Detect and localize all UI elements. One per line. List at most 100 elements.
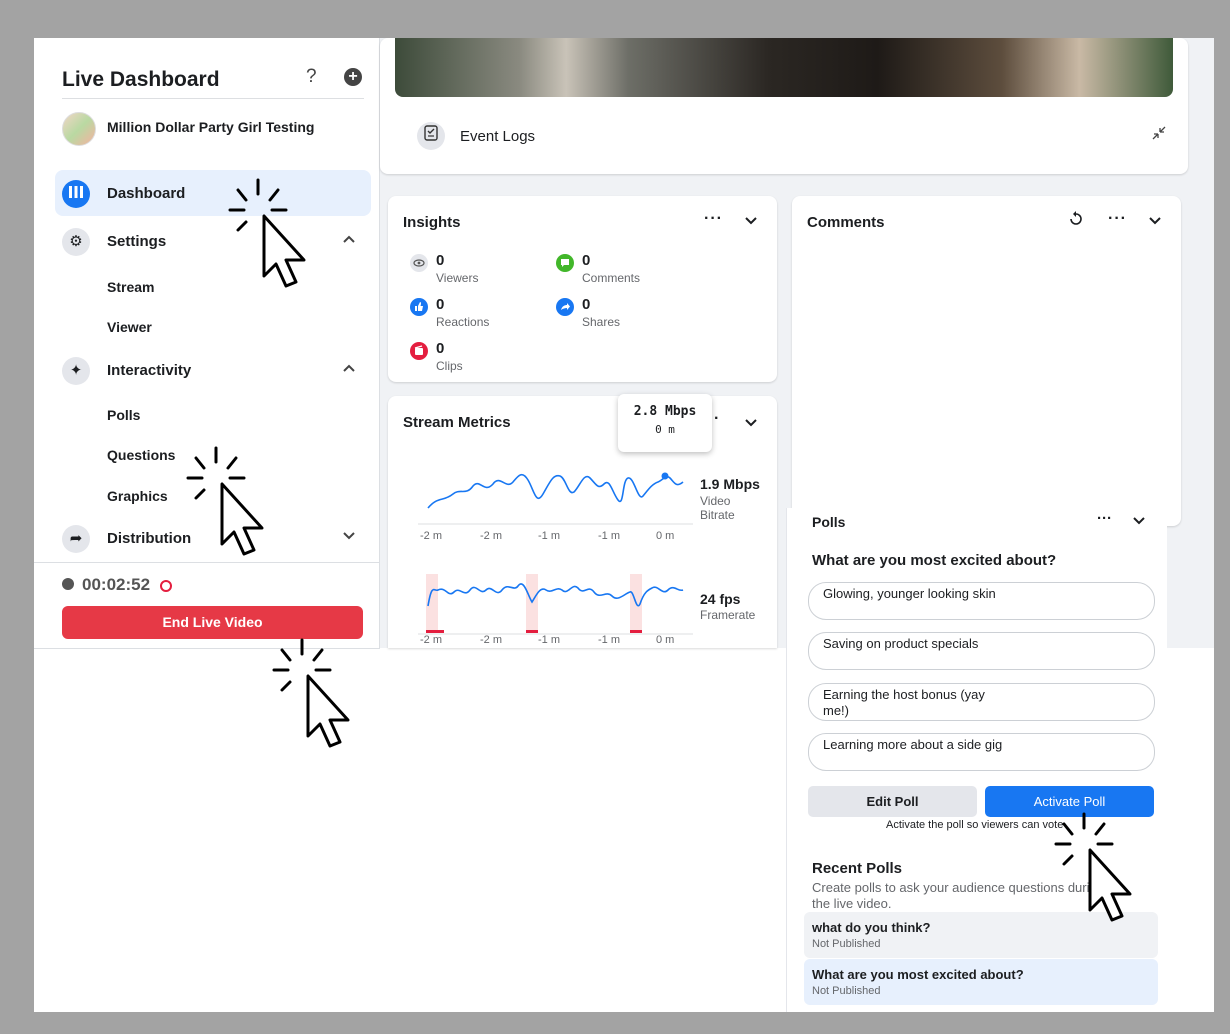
sidebar-item-polls[interactable]: Polls <box>107 407 140 423</box>
more-icon[interactable]: ··· <box>1108 210 1127 228</box>
tick-label: -1 m <box>598 530 620 542</box>
stream-metrics-title: Stream Metrics <box>403 414 511 431</box>
sidebar-item-stream[interactable]: Stream <box>107 279 154 295</box>
recent-polls-title: Recent Polls <box>812 860 903 877</box>
bitrate-value: 1.9 Mbps <box>700 476 760 492</box>
poll-option[interactable]: Glowing, younger looking skin <box>808 582 1155 620</box>
tick-label: -1 m <box>598 634 620 646</box>
recent-poll-item[interactable]: What are you most excited about? Not Pub… <box>804 959 1158 1005</box>
live-timer: 00:02:52 <box>62 575 173 595</box>
poll-option[interactable]: Learning more about a side gig <box>808 733 1155 771</box>
framerate-label: Framerate <box>700 608 756 622</box>
chevron-down-icon[interactable] <box>745 212 757 228</box>
metric-viewers: 0 Viewers <box>410 252 560 288</box>
dashboard-canvas: Live Dashboard ? + Million Dollar Party … <box>34 38 1214 1012</box>
chevron-down-icon[interactable] <box>745 414 757 430</box>
click-cursor-icon <box>1054 812 1132 922</box>
minimize-icon[interactable] <box>1152 126 1166 143</box>
sidebar-item-viewer[interactable]: Viewer <box>107 319 152 335</box>
tick-label: -2 m <box>420 530 442 542</box>
framerate-value: 24 fps <box>700 591 741 607</box>
click-cursor-icon <box>228 178 306 288</box>
event-logs-label[interactable]: Event Logs <box>460 128 535 145</box>
video-preview[interactable] <box>395 38 1173 97</box>
metric-shares: 0 Shares <box>556 296 706 332</box>
clock-icon <box>62 578 74 590</box>
edit-poll-button[interactable]: Edit Poll <box>808 786 977 817</box>
tick-label: 0 m <box>656 634 675 646</box>
timer-value: 00:02:52 <box>82 575 151 594</box>
sidebar-header: Live Dashboard ? + <box>62 66 364 99</box>
sidebar-item-interactivity[interactable]: ✦ Interactivity <box>55 347 371 393</box>
sidebar-item-label: Distribution <box>107 530 192 547</box>
framerate-line <box>427 583 684 607</box>
more-icon[interactable]: ··· <box>704 210 723 228</box>
comments-title: Comments <box>807 214 885 231</box>
bitrate-point <box>661 472 669 480</box>
sidebar-item-dashboard[interactable]: Dashboard <box>55 170 371 216</box>
tick-label: -2 m <box>480 634 502 646</box>
chevron-down-icon[interactable] <box>1149 212 1161 228</box>
like-icon <box>410 298 428 316</box>
page-title: Live Dashboard <box>62 68 220 91</box>
gear-icon: ⚙ <box>62 228 90 256</box>
insights-card: Insights ··· 0 Viewers 0 Comments 0 Reac… <box>388 196 777 382</box>
help-icon[interactable]: ? <box>306 66 317 88</box>
refresh-icon[interactable] <box>1068 210 1084 233</box>
sidebar-item-graphics[interactable]: Graphics <box>107 488 168 504</box>
bitrate-line <box>427 473 684 509</box>
metric-comments: 0 Comments <box>556 252 706 288</box>
poll-option[interactable]: Earning the host bonus (yay me!) <box>808 683 1155 721</box>
activate-hint: Activate the poll so viewers can vote <box>886 819 1064 831</box>
chevron-up-icon[interactable] <box>343 230 355 247</box>
recording-icon <box>160 579 173 592</box>
metric-clips: 0 Clips <box>410 340 560 376</box>
add-icon[interactable]: + <box>344 68 362 86</box>
sidebar-item-label: Interactivity <box>107 362 192 379</box>
more-icon[interactable]: ··· <box>1097 510 1112 527</box>
page-selector[interactable]: Million Dollar Party Girl Testing <box>62 112 372 146</box>
click-cursor-icon <box>272 638 350 748</box>
bitrate-label-1: Video <box>700 494 731 508</box>
tick-label: -1 m <box>538 530 560 542</box>
polls-title: Polls <box>812 514 846 530</box>
framerate-chart <box>418 574 693 635</box>
chevron-up-icon[interactable] <box>343 359 355 376</box>
bitrate-chart <box>418 472 693 525</box>
metric-reactions: 0 Reactions <box>410 296 560 332</box>
more-icon[interactable]: · <box>714 410 720 428</box>
sidebar-item-questions[interactable]: Questions <box>107 447 175 463</box>
bitrate-label-2: Bitrate <box>700 508 735 522</box>
tooltip-time: 0 m <box>655 423 675 436</box>
clip-icon <box>410 342 428 360</box>
tick-label: -2 m <box>420 634 442 646</box>
sidebar-item-settings[interactable]: ⚙ Settings <box>55 218 371 264</box>
sparkle-icon: ✦ <box>62 357 90 385</box>
video-card: Event Logs <box>380 38 1188 174</box>
comment-icon <box>556 254 574 272</box>
avatar <box>62 112 96 146</box>
share-icon <box>556 298 574 316</box>
chart-tooltip: 2.8 Mbps 0 m <box>618 394 712 452</box>
click-cursor-icon <box>186 446 264 556</box>
chevron-down-icon[interactable] <box>1133 512 1145 528</box>
insights-title: Insights <box>403 214 461 231</box>
poll-option[interactable]: Saving on product specials <box>808 632 1155 670</box>
dashboard-icon <box>62 180 90 208</box>
tooltip-value: 2.8 Mbps <box>633 404 697 419</box>
page-name: Million Dollar Party Girl Testing <box>107 119 315 135</box>
event-log-icon <box>417 122 445 150</box>
polls-panel: Polls ··· What are you most excited abou… <box>786 508 1167 1012</box>
eye-icon <box>410 254 428 272</box>
sidebar-item-label: Settings <box>107 233 167 250</box>
tick-label: -2 m <box>480 530 502 542</box>
poll-question: What are you most excited about? <box>812 552 1057 569</box>
comments-card: Comments ··· <box>792 196 1181 526</box>
tick-label: 0 m <box>656 530 675 542</box>
stream-metrics-card: Stream Metrics · 1.9 Mbps Video Bitrate … <box>388 396 777 648</box>
tick-label: -1 m <box>538 634 560 646</box>
share-arrow-icon: ➦ <box>62 525 90 553</box>
sidebar-item-label: Dashboard <box>107 185 186 202</box>
end-live-video-button[interactable]: End Live Video <box>62 606 363 639</box>
chevron-down-icon[interactable] <box>343 527 355 544</box>
